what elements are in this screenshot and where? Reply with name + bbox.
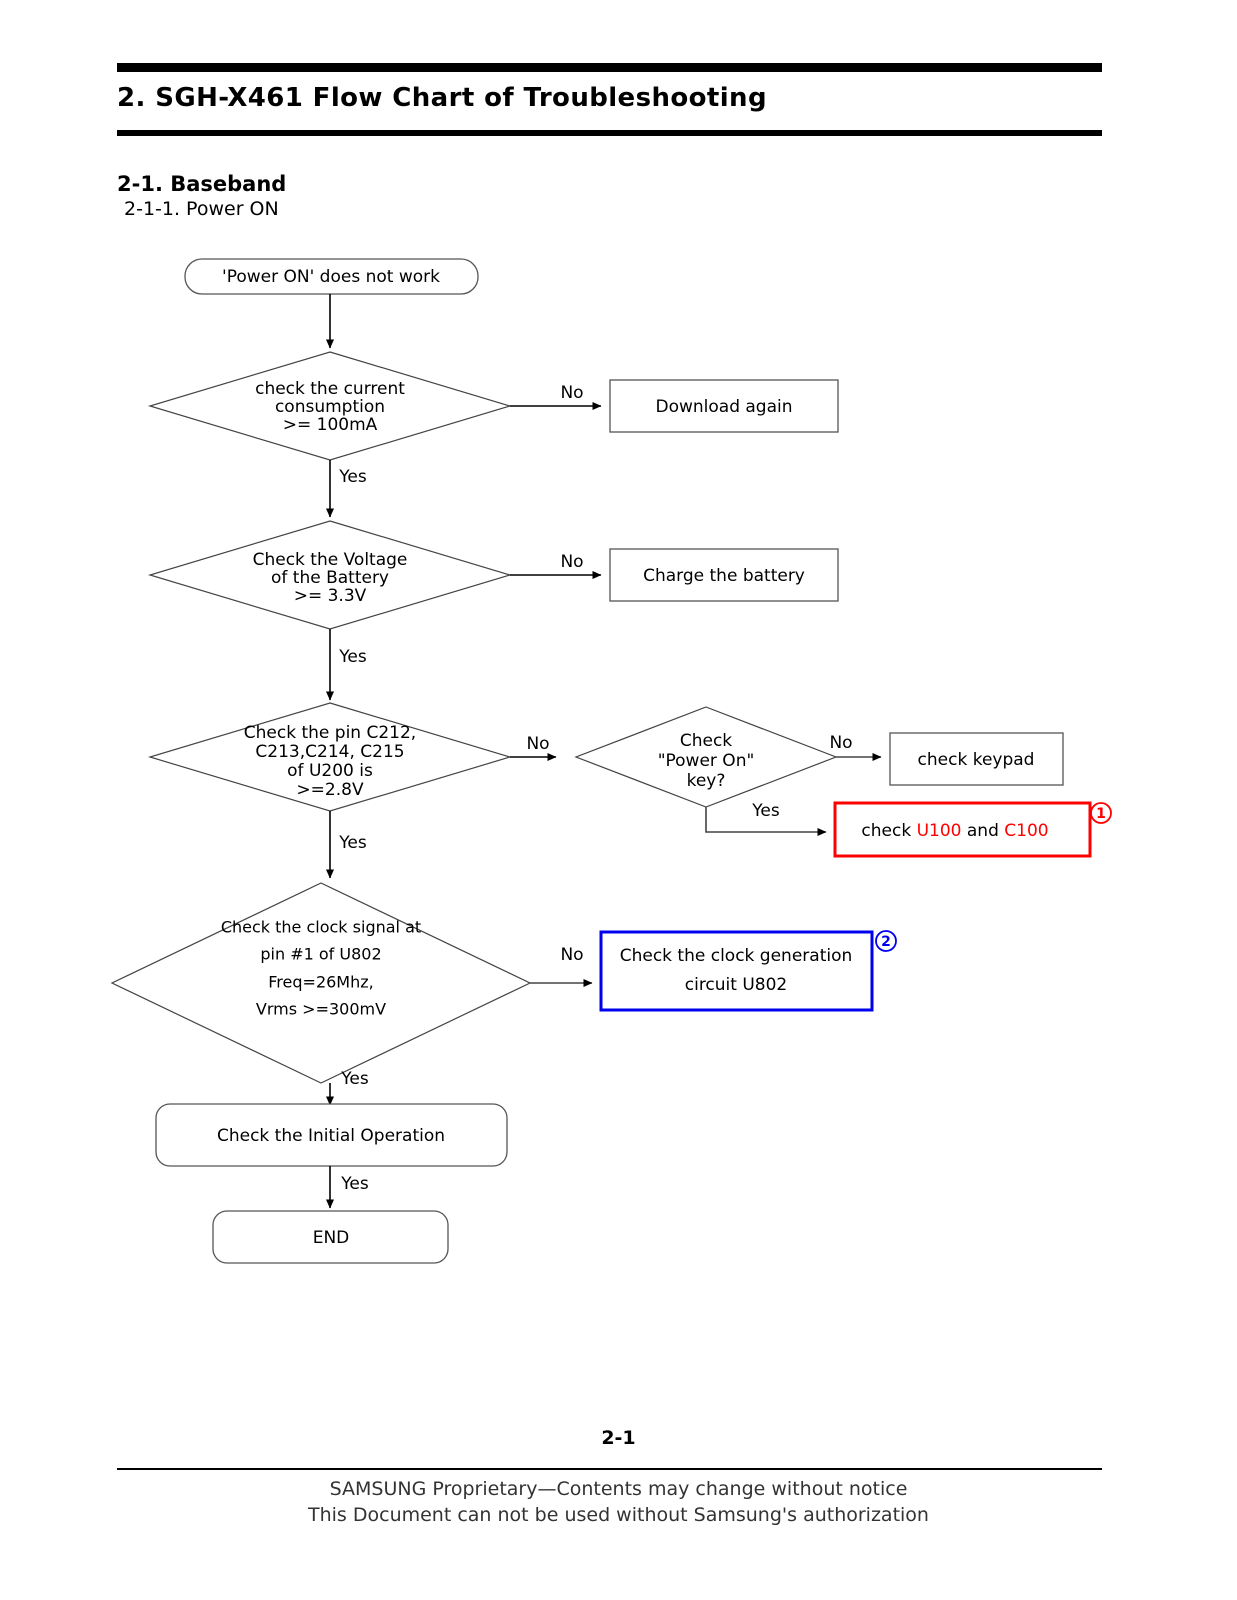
- edge-label-pins-yes: Yes: [338, 833, 367, 853]
- edge-label-voltage-yes: Yes: [338, 647, 367, 667]
- action-u100-part2: C100: [1004, 821, 1048, 841]
- node-start-label: 'Power ON' does not work: [222, 267, 440, 287]
- document-page: 2. SGH-X461 Flow Chart of Troubleshootin…: [0, 0, 1237, 1600]
- node-decision-current: check the current consumption >= 100mA: [147, 351, 513, 461]
- decision-clock-line3: Freq=26Mhz,: [268, 973, 373, 992]
- node-action-clockgen: Check the clock generation circuit U802 …: [599, 930, 897, 1012]
- action-clockgen-line1: Check the clock generation: [620, 946, 853, 966]
- decision-clock-line1: Check the clock signal at: [221, 918, 421, 937]
- footer-rule: [117, 1468, 1102, 1470]
- edge-label-powerkey-yes: Yes: [751, 801, 780, 821]
- edge-label-clock-yes: Yes: [340, 1069, 369, 1089]
- action-keypad-label: check keypad: [918, 750, 1035, 770]
- marker-badge-1: 1: [1096, 806, 1106, 822]
- node-action-charge: Charge the battery: [609, 548, 839, 602]
- decision-current-line1: check the current: [255, 379, 405, 399]
- troubleshooting-flowchart: 'Power ON' does not work check the curre…: [110, 258, 1112, 1264]
- decision-powerkey-line3: key?: [687, 771, 726, 791]
- edge-label-initial-yes: Yes: [340, 1174, 369, 1194]
- node-start: 'Power ON' does not work: [184, 258, 479, 295]
- decision-powerkey-line1: Check: [680, 731, 732, 751]
- decision-pins-line4: >=2.8V: [296, 780, 364, 800]
- node-decision-pins: Check the pin C212, C213,C214, C215 of U…: [147, 702, 513, 812]
- edge-label-clock-no: No: [560, 945, 583, 965]
- decision-current-line2: consumption: [275, 397, 385, 417]
- decision-powerkey-line2: "Power On": [658, 751, 755, 771]
- decision-clock-line2: pin #1 of U802: [260, 945, 381, 964]
- action-u100-part1: U100: [917, 821, 962, 841]
- edge-label-powerkey-no: No: [829, 733, 852, 753]
- edge-label-current-no: No: [560, 383, 583, 403]
- decision-voltage-line2: of the Battery: [271, 568, 389, 588]
- node-decision-voltage: Check the Voltage of the Battery >= 3.3V: [147, 520, 513, 630]
- action-clockgen-line2: circuit U802: [685, 975, 788, 995]
- decision-pins-line1: Check the pin C212,: [244, 723, 416, 743]
- edge-label-current-yes: Yes: [338, 467, 367, 487]
- action-u100-label: check U100 and C100: [861, 821, 1048, 841]
- marker-badge-2: 2: [881, 934, 891, 950]
- node-action-download: Download again: [609, 379, 839, 433]
- action-u100-middle: and: [961, 821, 1004, 841]
- decision-clock-line4: Vrms >=300mV: [256, 1000, 386, 1019]
- node-action-initial: Check the Initial Operation: [155, 1103, 508, 1167]
- action-download-label: Download again: [655, 397, 792, 417]
- action-charge-label: Charge the battery: [643, 566, 805, 586]
- node-end-label: END: [313, 1228, 350, 1248]
- decision-current-line3: >= 100mA: [283, 415, 378, 435]
- decision-pins-line2: C213,C214, C215: [255, 742, 404, 762]
- edge-label-voltage-no: No: [560, 552, 583, 572]
- node-action-u100: check U100 and C100 1: [833, 801, 1112, 858]
- decision-pins-line3: of U200 is: [287, 761, 373, 781]
- page-number: 2-1: [601, 1427, 636, 1449]
- edge-label-pins-no: No: [526, 734, 549, 754]
- node-action-keypad: check keypad: [889, 732, 1064, 786]
- footer-notice-line-1: SAMSUNG Proprietary—Contents may change …: [329, 1478, 908, 1500]
- node-end: END: [212, 1210, 449, 1264]
- decision-voltage-line1: Check the Voltage: [253, 550, 408, 570]
- decision-voltage-line3: >= 3.3V: [294, 586, 367, 606]
- action-u100-prefix: check: [861, 821, 916, 841]
- footer-notice-line-2: This Document can not be used without Sa…: [308, 1504, 929, 1526]
- node-decision-clock: Check the clock signal at pin #1 of U802…: [110, 882, 532, 1084]
- node-decision-powerkey: Check "Power On" key?: [574, 706, 838, 808]
- action-initial-label: Check the Initial Operation: [217, 1126, 445, 1146]
